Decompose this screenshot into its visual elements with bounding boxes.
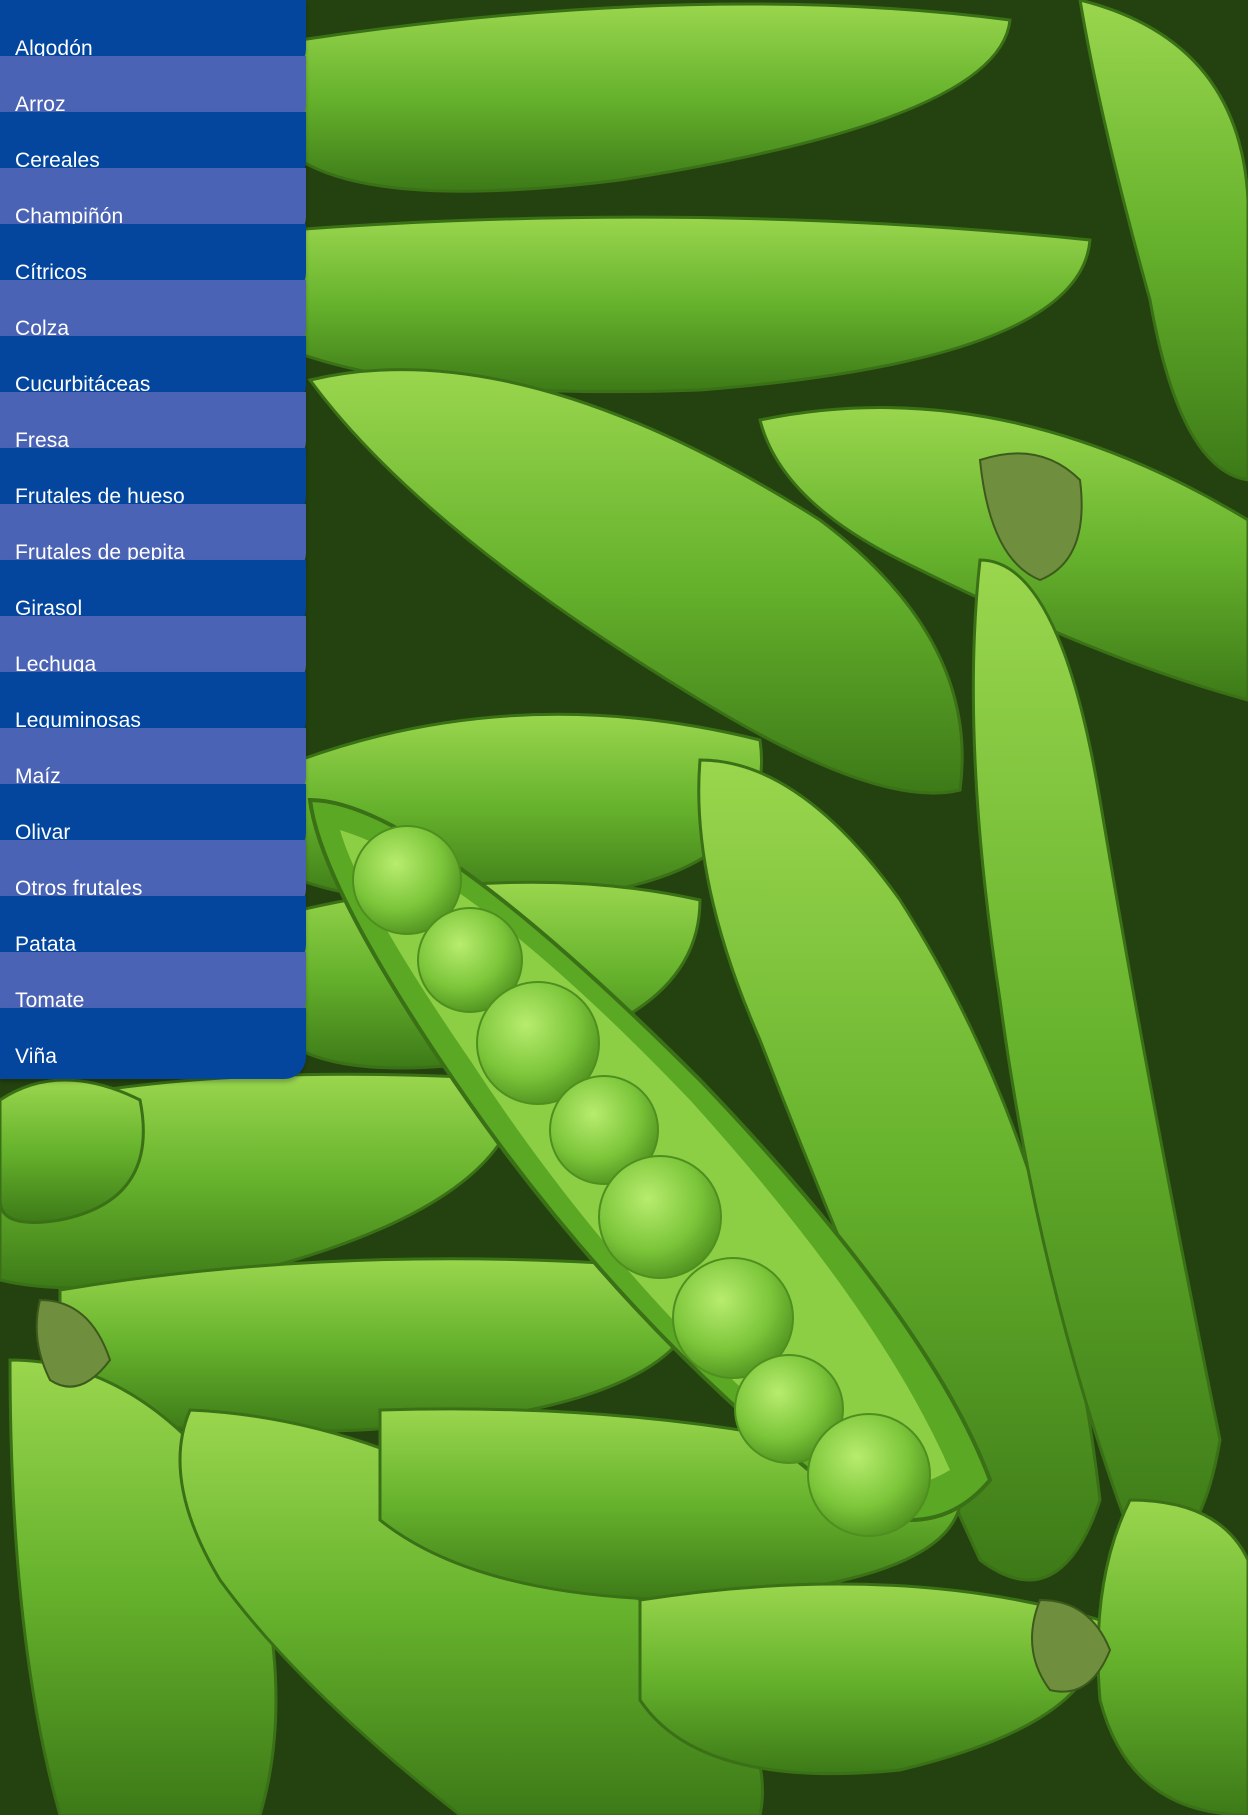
menu-item-vina[interactable]: Viña <box>0 1008 306 1079</box>
crop-category-menu: Algodón Arroz Cereales Champiñón Cítrico… <box>0 0 306 1079</box>
menu-item-label: Viña <box>15 1045 58 1068</box>
